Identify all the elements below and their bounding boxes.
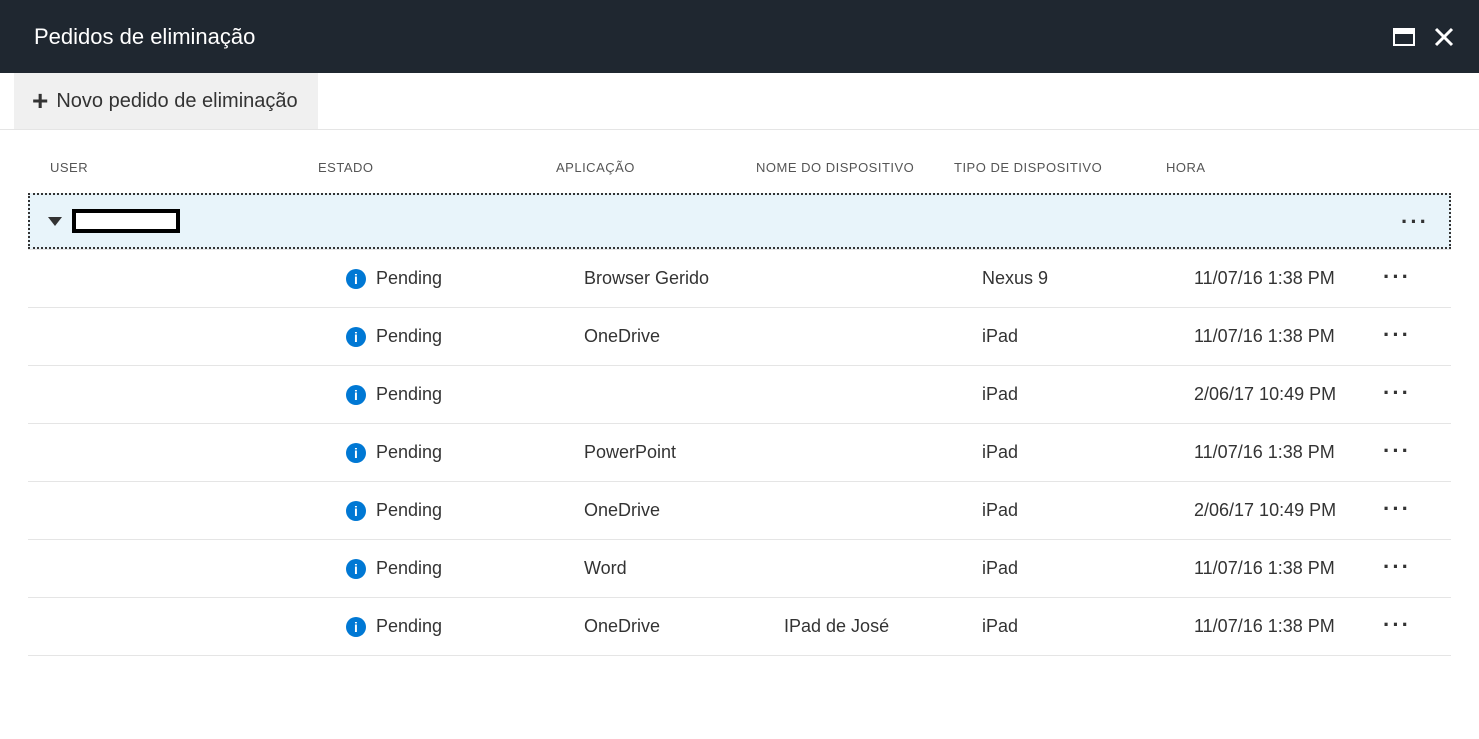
cell-app: OneDrive xyxy=(584,616,784,637)
cell-app: OneDrive xyxy=(584,500,784,521)
info-icon: i xyxy=(346,617,366,637)
cell-device-type: Nexus 9 xyxy=(982,268,1194,289)
status-text: Pending xyxy=(376,616,442,637)
cell-actions: ··· xyxy=(1361,268,1411,289)
caret-down-icon[interactable] xyxy=(48,217,62,226)
table-row[interactable]: iPendingOneDriveiPad11/07/16 1:38 PM··· xyxy=(28,308,1451,366)
status-text: Pending xyxy=(376,384,442,405)
toolbar: + Novo pedido de eliminação xyxy=(0,73,1479,130)
status-text: Pending xyxy=(376,326,442,347)
cell-status: i Pending xyxy=(346,558,584,579)
cell-actions: ··· xyxy=(1361,558,1411,579)
cell-device-type: iPad xyxy=(982,442,1194,463)
table-row[interactable]: iPendingPowerPointiPad11/07/16 1:38 PM··… xyxy=(28,424,1451,482)
status-text: Pending xyxy=(376,442,442,463)
user-redacted-box xyxy=(72,209,180,233)
status-text: Pending xyxy=(376,500,442,521)
cell-status: i Pending xyxy=(346,326,584,347)
cell-time: 11/07/16 1:38 PM xyxy=(1194,268,1361,289)
new-wipe-request-button[interactable]: + Novo pedido de eliminação xyxy=(14,73,318,129)
row-more-icon[interactable]: ··· xyxy=(1383,380,1411,405)
table-row[interactable]: iPendingOneDriveiPad2/06/17 10:49 PM··· xyxy=(28,482,1451,540)
info-icon: i xyxy=(346,443,366,463)
cell-time: 11/07/16 1:38 PM xyxy=(1194,442,1361,463)
cell-actions: ··· xyxy=(1361,326,1411,347)
blade-title: Pedidos de eliminação xyxy=(34,24,255,50)
cell-time: 11/07/16 1:38 PM xyxy=(1194,616,1361,637)
cell-status: i Pending xyxy=(346,268,584,289)
col-header-aplicacao[interactable]: APLICAÇÃO xyxy=(556,160,756,175)
info-icon: i xyxy=(346,269,366,289)
cell-status: i Pending xyxy=(346,500,584,521)
maximize-icon[interactable] xyxy=(1393,26,1415,48)
cell-app: OneDrive xyxy=(584,326,784,347)
col-header-dispositivo[interactable]: NOME DO DISPOSITIVO xyxy=(756,160,954,175)
blade-header: Pedidos de eliminação xyxy=(0,0,1479,73)
plus-icon: + xyxy=(32,87,48,115)
info-icon: i xyxy=(346,501,366,521)
group-row-more-icon[interactable]: ··· xyxy=(1401,216,1429,227)
cell-device-type: iPad xyxy=(982,384,1194,405)
cell-actions: ··· xyxy=(1361,442,1411,463)
cell-actions: ··· xyxy=(1361,384,1411,405)
close-icon[interactable] xyxy=(1433,26,1455,48)
cell-device-type: iPad xyxy=(982,500,1194,521)
table-row[interactable]: i Pending Browser Gerido Nexus 911/07/16 1:… xyxy=(28,249,1451,308)
cell-actions: ··· xyxy=(1361,616,1411,637)
cell-time: 2/06/17 10:49 PM xyxy=(1194,500,1361,521)
close-icon-svg xyxy=(1434,27,1454,47)
table-body: iPendingBrowser GeridoNexus 911/07/16 1:… xyxy=(0,249,1479,656)
row-more-icon[interactable]: ··· xyxy=(1383,264,1411,289)
cell-app: Word xyxy=(584,558,784,579)
cell-app: Browser Gerido xyxy=(584,268,784,289)
status-text: Pending xyxy=(376,268,442,289)
maximize-icon-svg xyxy=(1393,28,1415,46)
cell-time: 11/07/16 1:38 PM xyxy=(1194,558,1361,579)
cell-device-name: IPad de José xyxy=(784,616,982,637)
header-actions xyxy=(1393,26,1455,48)
cell-actions: ··· xyxy=(1361,500,1411,521)
cell-status: i Pending xyxy=(346,442,584,463)
cell-device-type: iPad xyxy=(982,616,1194,637)
col-header-hora[interactable]: HORA xyxy=(1166,160,1389,175)
row-more-icon[interactable]: ··· xyxy=(1383,438,1411,463)
new-wipe-request-label: Novo pedido de eliminação xyxy=(56,90,297,113)
row-more-icon[interactable]: ··· xyxy=(1383,322,1411,347)
row-more-icon[interactable]: ··· xyxy=(1383,554,1411,579)
content-area: USER ESTADO APLICAÇÃO NOME DO DISPOSITIV… xyxy=(0,130,1479,656)
col-header-tipo[interactable]: TIPO DE DISPOSITIVO xyxy=(954,160,1166,175)
table-row[interactable]: iPendingWordiPad11/07/16 1:38 PM··· xyxy=(28,540,1451,598)
group-row-left xyxy=(48,209,180,233)
col-header-estado[interactable]: ESTADO xyxy=(318,160,556,175)
col-header-actions xyxy=(1389,160,1439,175)
cell-status: i Pending xyxy=(346,616,584,637)
info-icon: i xyxy=(346,327,366,347)
table-header-row: USER ESTADO APLICAÇÃO NOME DO DISPOSITIV… xyxy=(0,160,1479,193)
status-text: Pending xyxy=(376,558,442,579)
table-row[interactable]: iPendingiPad2/06/17 10:49 PM··· xyxy=(28,366,1451,424)
cell-device-type: iPad xyxy=(982,326,1194,347)
row-more-icon[interactable]: ··· xyxy=(1383,612,1411,637)
col-header-user[interactable]: USER xyxy=(50,160,318,175)
info-icon: i xyxy=(346,385,366,405)
cell-status: i Pending xyxy=(346,384,584,405)
group-row[interactable]: ··· xyxy=(28,193,1451,249)
table-row[interactable]: i Pending OneDriveIPad de JoséiPad11/07/16… xyxy=(28,598,1451,656)
cell-device-type: iPad xyxy=(982,558,1194,579)
row-more-icon[interactable]: ··· xyxy=(1383,496,1411,521)
info-icon: i xyxy=(346,559,366,579)
cell-time: 2/06/17 10:49 PM xyxy=(1194,384,1361,405)
cell-app: PowerPoint xyxy=(584,442,784,463)
cell-time: 11/07/16 1:38 PM xyxy=(1194,326,1361,347)
